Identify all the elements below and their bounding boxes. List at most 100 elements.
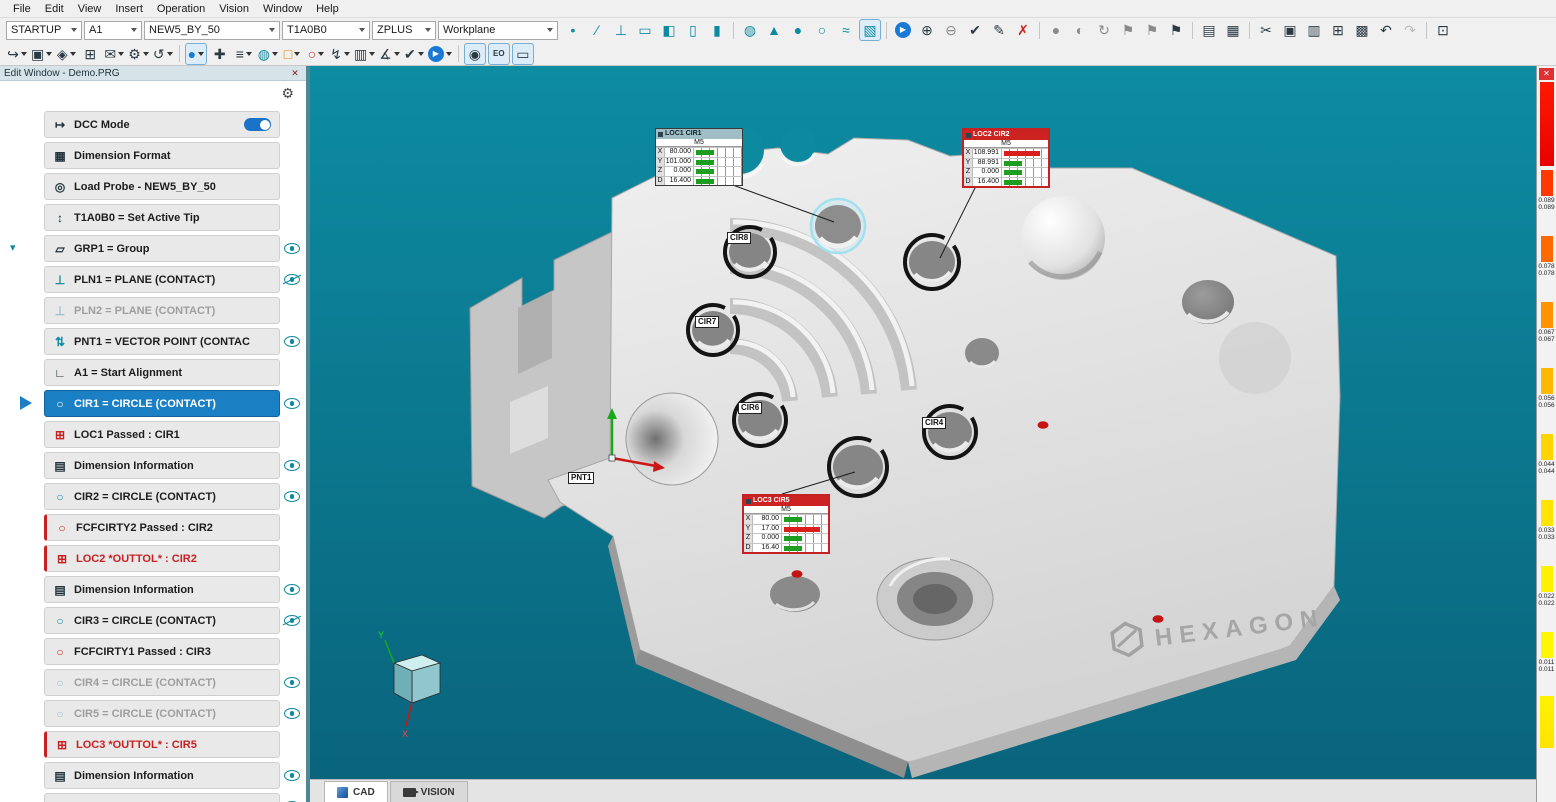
visibility-eye-icon[interactable] (284, 460, 300, 471)
dimension-callout-loc3[interactable]: LOC3 CIR5 M5 X 80.00 Y 17.00 Z 0.000 D 1… (742, 494, 830, 554)
tree-item-button[interactable]: ○ CIR4 = CIRCLE (CONTACT) (44, 669, 280, 696)
toolbar-icon[interactable]: ⚑ (1117, 19, 1139, 41)
feature-tag[interactable]: CIR7 (695, 316, 719, 328)
toolbar-icon[interactable]: ⚙ (127, 43, 150, 65)
dropdown-caret-icon[interactable] (369, 52, 375, 56)
tree-item-button[interactable]: ▱ GRP1 = Group (44, 235, 280, 262)
tree-item-button[interactable]: ◎ Load Probe - NEW5_BY_50 (44, 173, 280, 200)
toolbar-icon[interactable]: ◧ (658, 19, 680, 41)
toolbar-icon[interactable]: ↪ (6, 43, 28, 65)
dimension-callout-loc1[interactable]: LOC1 CIR1 M5 X 80.000 Y 101.000 Z 0.000 … (655, 128, 743, 186)
menu-item[interactable]: Insert (108, 3, 150, 15)
callout-header[interactable]: LOC1 CIR1 (656, 129, 742, 139)
toolbar-icon[interactable]: ▯ (682, 19, 704, 41)
dimension-callout-loc2[interactable]: LOC2 CIR2 M5 X 108.991 Y 88.991 Z 0.000 … (962, 128, 1050, 188)
tree-item-button[interactable]: ∟ A1 = Start Alignment (44, 359, 280, 386)
toolbar-icon[interactable]: ● (185, 43, 207, 65)
toolbar-icon[interactable]: ↺ (152, 43, 174, 65)
toolbar-icon[interactable]: ⊖ (940, 19, 962, 41)
tree-item-button[interactable]: ⊥ PLN1 = PLANE (CONTACT) (44, 266, 280, 293)
toolbar-icon[interactable]: ◈ (55, 43, 77, 65)
visibility-eye-icon[interactable] (284, 615, 300, 626)
tree-item-button[interactable]: ○ CIR2 = CIRCLE (CONTACT) (44, 483, 280, 510)
toolbar-icon[interactable]: ▭ (634, 19, 656, 41)
dropdown-caret-icon[interactable] (418, 52, 424, 56)
tree-item-button[interactable]: ⇅ PNT1 = VECTOR POINT (CONTAC (44, 328, 280, 355)
toolbar-icon[interactable]: ✗ (1012, 19, 1034, 41)
dropdown-caret-icon[interactable] (246, 52, 252, 56)
toolbar-icon[interactable]: ◐ (1069, 19, 1091, 41)
tree-item-button[interactable]: ↦ DCC Mode (44, 111, 280, 138)
dropdown-caret-icon[interactable] (167, 52, 173, 56)
toolbar-icon[interactable]: ▩ (1351, 19, 1373, 41)
tree-item-button[interactable]: ↕ T1A0B0 = Set Active Tip (44, 204, 280, 231)
menu-item[interactable]: Vision (212, 3, 256, 15)
toolbar-icon[interactable]: ✚ (209, 43, 231, 65)
tree-item-button[interactable]: ○ CIR5 = CIRCLE (CONTACT) (44, 700, 280, 727)
toolbar-icon[interactable]: ▧ (859, 19, 881, 41)
visibility-eye-icon[interactable] (284, 243, 300, 254)
visibility-eye-icon[interactable] (284, 584, 300, 595)
menu-item[interactable]: File (6, 3, 38, 15)
combo-lookup[interactable]: Workplane (438, 21, 558, 40)
view-tab[interactable]: CAD (324, 781, 388, 802)
toolbar-icon[interactable]: ✎ (988, 19, 1010, 41)
toolbar-icon[interactable]: ▥ (353, 43, 376, 65)
tree-item-button[interactable]: ▤ Dimension Information (44, 576, 280, 603)
dropdown-caret-icon[interactable] (70, 52, 76, 56)
toolbar-icon[interactable]: ⊕ (916, 19, 938, 41)
combo-mode[interactable]: STARTUP (6, 21, 82, 40)
dropdown-caret-icon[interactable] (143, 52, 149, 56)
visibility-eye-icon[interactable] (284, 274, 300, 285)
dropdown-caret-icon[interactable] (272, 52, 278, 56)
chevron-down-icon[interactable] (359, 28, 365, 32)
callout-header[interactable]: LOC2 CIR2 (964, 130, 1048, 140)
toolbar-icon[interactable]: ▲ (763, 19, 785, 41)
gear-icon[interactable]: ⚙ (281, 85, 294, 102)
toolbar-icon[interactable] (1036, 19, 1043, 41)
combo-alignment[interactable]: A1 (84, 21, 142, 40)
dropdown-caret-icon[interactable] (198, 52, 204, 56)
feature-tag[interactable]: CIR6 (738, 402, 762, 414)
toolbar-icon[interactable]: ∕ (586, 19, 608, 41)
feature-tag[interactable]: PNT1 (568, 472, 594, 484)
toolbar-icon[interactable] (883, 19, 890, 41)
tree-item-button[interactable]: ○ CIR1 = CIRCLE (CONTACT) (44, 390, 280, 417)
toolbar-icon[interactable]: ↷ (1399, 19, 1421, 41)
toolbar-icon[interactable]: ● (787, 19, 809, 41)
visibility-eye-icon[interactable] (284, 491, 300, 502)
toolbar-icon[interactable]: ● (1045, 19, 1067, 41)
toolbar-icon[interactable]: ↯ (329, 43, 351, 65)
toolbar-icon[interactable]: ▤ (1198, 19, 1220, 41)
visibility-eye-icon[interactable] (284, 708, 300, 719)
view-tab[interactable]: VISION (390, 781, 468, 802)
visibility-eye-icon[interactable] (284, 398, 300, 409)
visibility-eye-icon[interactable] (284, 770, 300, 781)
toolbar-icon[interactable]: ⚑ (1141, 19, 1163, 41)
feature-tag[interactable]: CIR4 (922, 417, 946, 429)
toolbar-icon[interactable]: ✂ (1255, 19, 1277, 41)
visibility-eye-icon[interactable] (284, 336, 300, 347)
toolbar-icon[interactable] (1423, 19, 1430, 41)
toolbar-icon[interactable]: • (562, 19, 584, 41)
toolbar-icon[interactable]: ▶ (892, 19, 914, 41)
toolbar-icon[interactable]: EO (488, 43, 510, 65)
menu-item[interactable]: Operation (150, 3, 212, 15)
toolbar-icon[interactable] (455, 43, 462, 65)
toolbar-icon[interactable]: ◉ (464, 43, 486, 65)
toolbar-icon[interactable]: ⚑ (1165, 19, 1187, 41)
dropdown-caret-icon[interactable] (446, 52, 452, 56)
toolbar-icon[interactable]: ↶ (1375, 19, 1397, 41)
toolbar-icon[interactable]: ▥ (1303, 19, 1325, 41)
toolbar-icon[interactable]: ≈ (835, 19, 857, 41)
tree-item-button[interactable]: ○ FCFCIRTY1 Passed : CIR3 (44, 638, 280, 665)
toolbar-icon[interactable]: ✔ (964, 19, 986, 41)
dropdown-caret-icon[interactable] (46, 52, 52, 56)
visibility-eye-icon[interactable] (284, 677, 300, 688)
toolbar-icon[interactable]: ▣ (30, 43, 53, 65)
tree-item-button[interactable]: ▤ Dimension Information (44, 762, 280, 789)
toolbar-icon[interactable]: ◍ (739, 19, 761, 41)
dropdown-caret-icon[interactable] (294, 52, 300, 56)
dropdown-caret-icon[interactable] (118, 52, 124, 56)
tree-item-button[interactable]: ▤ Dimension Information (44, 452, 280, 479)
